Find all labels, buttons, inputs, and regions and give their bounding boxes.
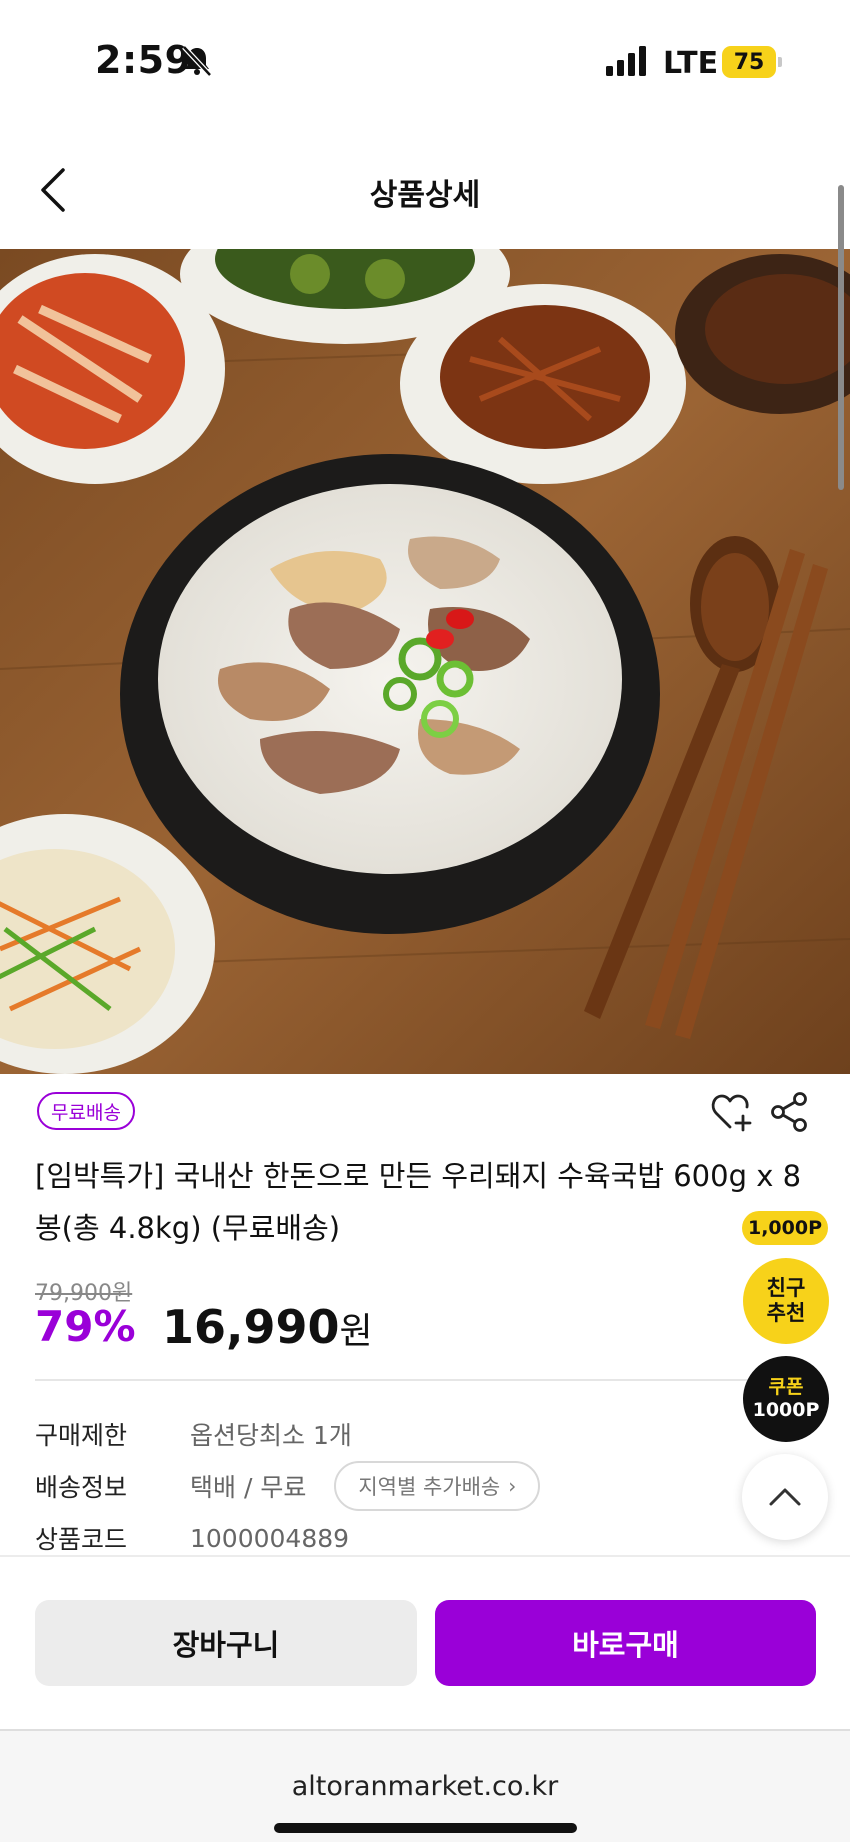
coupon-line2: 1000P xyxy=(752,1399,820,1421)
product-title: [임박특가] 국내산 한돈으로 만든 우리돼지 수육국밥 600g x 8봉(총… xyxy=(35,1159,802,1245)
scroll-top-button[interactable] xyxy=(742,1454,828,1540)
product-code-value: 1000004889 xyxy=(190,1523,350,1553)
purchase-limit-row: 구매제한 옵션당최소 1개 xyxy=(35,1414,352,1454)
signal-icon xyxy=(606,46,646,76)
sale-price-value: 16,990 xyxy=(162,1300,340,1354)
shipping-info-row: 배송정보 택배 / 무료 지역별 추가배송 › xyxy=(35,1461,541,1511)
coupon-line1: 쿠폰 xyxy=(768,1376,804,1398)
url-label[interactable]: altoranmarket.co.kr xyxy=(0,1771,850,1802)
battery-cap xyxy=(778,57,782,67)
shipping-info-value: 택배 / 무료 xyxy=(190,1473,307,1502)
share-button[interactable] xyxy=(768,1090,812,1134)
product-image[interactable] xyxy=(0,249,850,1074)
status-bar: 2:59 LTE 75 xyxy=(0,0,850,120)
network-label: LTE xyxy=(663,46,719,81)
buy-now-button[interactable]: 바로구매 xyxy=(435,1600,816,1686)
shipping-info-label: 배송정보 xyxy=(35,1473,128,1502)
product-code-label: 상품코드 xyxy=(35,1525,128,1554)
sale-price: 16,990원 xyxy=(162,1300,373,1354)
share-icon xyxy=(771,1092,807,1132)
sale-price-unit: 원 xyxy=(339,1311,373,1352)
point-badge: 1,000P xyxy=(742,1211,828,1245)
chevron-up-icon xyxy=(769,1488,801,1506)
browser-address-bar[interactable]: altoranmarket.co.kr xyxy=(0,1729,850,1842)
home-indicator[interactable] xyxy=(274,1823,577,1833)
battery-level: 75 xyxy=(722,46,776,78)
chevron-right-icon: › xyxy=(508,1474,517,1498)
friend-referral-line2: 추천 xyxy=(766,1301,806,1325)
gukbap-photo xyxy=(0,249,850,1074)
regional-shipping-button[interactable]: 지역별 추가배송 › xyxy=(334,1461,541,1511)
purchase-limit-label: 구매제한 xyxy=(35,1421,128,1450)
discount-rate: 79% xyxy=(35,1302,136,1351)
free-shipping-badge: 무료배송 xyxy=(37,1092,135,1130)
product-code-row: 상품코드 1000004889 xyxy=(35,1518,349,1558)
divider xyxy=(35,1379,755,1381)
bell-muted-icon xyxy=(182,45,212,77)
purchase-limit-value: 옵션당최소 1개 xyxy=(190,1421,352,1450)
battery-icon: 75 xyxy=(722,46,782,78)
page-title: 상품상세 xyxy=(369,178,481,213)
heart-plus-icon xyxy=(711,1094,752,1132)
page-header: 상품상세 xyxy=(0,150,850,230)
purchase-bar: 장바구니 바로구매 xyxy=(0,1555,850,1730)
cart-button[interactable]: 장바구니 xyxy=(35,1600,417,1686)
wishlist-button[interactable] xyxy=(710,1090,754,1134)
friend-referral-line1: 친구 xyxy=(766,1276,806,1300)
coupon-button[interactable]: 쿠폰 1000P xyxy=(743,1356,829,1442)
scrollbar[interactable] xyxy=(838,185,844,490)
status-time: 2:59 xyxy=(95,38,192,82)
friend-referral-button[interactable]: 친구 추천 xyxy=(743,1258,829,1344)
regional-shipping-label: 지역별 추가배송 xyxy=(358,1475,501,1499)
